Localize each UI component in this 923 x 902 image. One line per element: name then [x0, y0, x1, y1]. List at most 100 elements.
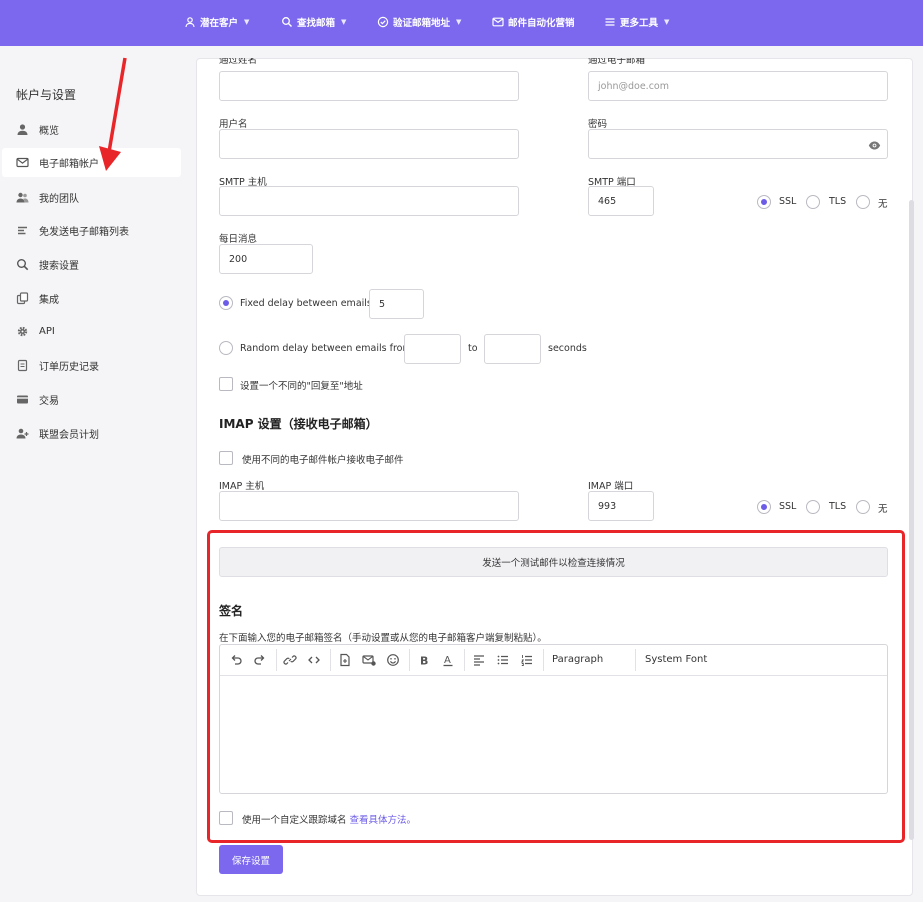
insert-file-icon[interactable]	[338, 653, 352, 667]
sidebar-item-label: API	[39, 326, 55, 337]
nav-find-email-label: 查找邮箱	[297, 18, 336, 29]
imap-different-account-checkbox[interactable]	[219, 451, 233, 465]
toolbar-divider	[276, 649, 277, 671]
sidebar-item-my-team[interactable]: 我的团队	[2, 183, 181, 212]
password-input[interactable]	[588, 129, 888, 159]
username-label: 用户名	[219, 119, 248, 130]
username-input[interactable]	[219, 129, 519, 159]
paragraph-select[interactable]: Paragraph	[552, 654, 603, 665]
code-icon[interactable]	[307, 653, 321, 667]
scrollbar[interactable]	[909, 200, 914, 840]
sender-email-input[interactable]: john@doe.com	[588, 71, 888, 101]
signature-editor: B A Paragraph System Font	[219, 644, 888, 794]
reply-to-label: 设置一个不同的"回复至"地址	[240, 381, 363, 392]
imap-tls-radio[interactable]	[806, 500, 820, 514]
search-icon	[17, 259, 29, 271]
random-delay-to-input[interactable]	[484, 334, 541, 364]
sidebar-item-affiliate[interactable]: 联盟会员计划	[2, 419, 181, 448]
add-user-icon	[16, 428, 29, 439]
smtp-host-input[interactable]	[219, 186, 519, 216]
numbered-list-icon[interactable]	[520, 653, 534, 667]
custom-domain-help-link[interactable]: 查看具体方法。	[350, 815, 417, 826]
gear-icon	[17, 326, 28, 337]
emoji-icon[interactable]	[386, 653, 400, 667]
text-color-icon[interactable]: A	[441, 653, 455, 667]
link-icon[interactable]	[283, 653, 297, 667]
imap-ssl-radio[interactable]	[757, 500, 771, 514]
sidebar-item-order-history[interactable]: 订单历史记录	[2, 351, 181, 380]
list-icon	[18, 226, 27, 235]
nav-find-email[interactable]: 查找邮箱 ▼	[281, 14, 346, 30]
bold-icon[interactable]: B	[417, 653, 431, 668]
toolbar-divider	[464, 649, 465, 671]
sidebar: 帐户与设置 概览 电子邮箱帐户 我的团队 免发送电子邮箱列表 搜索设置 集成 A…	[0, 46, 190, 902]
sidebar-item-label: 免发送电子邮箱列表	[39, 227, 129, 238]
daily-messages-input[interactable]: 200	[219, 244, 313, 274]
sender-name-input[interactable]	[219, 71, 519, 101]
signature-description: 在下面输入您的电子邮箱签名（手动设置或从您的电子邮箱客户端复制粘贴）。	[219, 633, 547, 644]
nav-more-tools-label: 更多工具	[620, 18, 659, 29]
font-select[interactable]: System Font	[645, 654, 707, 665]
sidebar-item-label: 订单历史记录	[39, 362, 99, 373]
chevron-down-icon: ▼	[341, 18, 347, 26]
signature-title: 签名	[219, 604, 244, 618]
mail-icon	[16, 157, 29, 168]
fixed-delay-input[interactable]: 5	[369, 289, 424, 319]
custom-domain-checkbox[interactable]	[219, 811, 233, 825]
sidebar-item-label: 电子邮箱帐户	[39, 159, 99, 170]
random-delay-from-input[interactable]	[404, 334, 461, 364]
smtp-ssl-radio[interactable]	[757, 195, 771, 209]
chevron-down-icon: ▼	[456, 18, 462, 26]
sidebar-item-api[interactable]: API	[2, 317, 181, 346]
nav-email-automation[interactable]: 邮件自动化营销	[492, 14, 575, 30]
redo-icon[interactable]	[253, 653, 267, 667]
sidebar-item-integrations[interactable]: 集成	[2, 284, 181, 313]
send-test-email-button[interactable]: 发送一个测试邮件以检查连接情况	[219, 547, 888, 577]
document-icon	[17, 359, 28, 372]
sidebar-item-label: 搜索设置	[39, 261, 79, 272]
imap-different-account-label: 使用不同的电子邮件帐户接收电子邮件	[242, 455, 404, 466]
eye-icon[interactable]	[868, 139, 881, 152]
check-circle-icon	[377, 16, 389, 28]
signature-editor-body[interactable]	[220, 677, 887, 793]
random-delay-radio[interactable]	[219, 341, 233, 355]
random-delay-to-label: to	[468, 343, 478, 354]
imap-port-label: IMAP 端口	[588, 481, 634, 492]
imap-none-radio[interactable]	[856, 500, 870, 514]
undo-icon[interactable]	[229, 653, 243, 667]
svg-text:A: A	[444, 655, 451, 666]
sidebar-item-suppression-list[interactable]: 免发送电子邮箱列表	[2, 216, 181, 245]
sidebar-item-transactions[interactable]: 交易	[2, 385, 181, 414]
user-icon	[17, 124, 28, 135]
reply-to-checkbox[interactable]	[219, 377, 233, 391]
imap-ssl-label: SSL	[779, 501, 797, 512]
smtp-port-input[interactable]: 465	[588, 186, 654, 216]
sidebar-item-email-accounts[interactable]: 电子邮箱帐户	[2, 148, 181, 177]
imap-tls-label: TLS	[829, 501, 847, 512]
toolbar-divider	[409, 649, 410, 671]
smtp-none-radio[interactable]	[856, 195, 870, 209]
align-left-icon[interactable]	[472, 653, 486, 667]
imap-none-label: 无	[878, 504, 888, 515]
fixed-delay-radio[interactable]	[219, 296, 233, 310]
nav-leads[interactable]: 潜在客户 ▼	[184, 14, 249, 30]
sidebar-item-overview[interactable]: 概览	[2, 115, 181, 144]
insert-email-icon[interactable]	[362, 653, 376, 667]
menu-icon	[605, 18, 615, 26]
integration-icon	[16, 292, 29, 305]
nav-verify-email[interactable]: 验证邮箱地址 ▼	[377, 14, 461, 30]
nav-leads-label: 潜在客户	[200, 18, 239, 29]
nav-more-tools[interactable]: 更多工具 ▼	[604, 14, 669, 30]
sender-name-label: 通过姓名	[219, 58, 258, 66]
save-settings-button[interactable]: 保存设置	[219, 845, 283, 874]
imap-host-input[interactable]	[219, 491, 519, 521]
sidebar-item-label: 联盟会员计划	[39, 430, 99, 441]
red-arrow-annotation	[99, 57, 127, 171]
smtp-tls-radio[interactable]	[806, 195, 820, 209]
search-icon	[282, 17, 292, 27]
card-icon	[17, 395, 28, 404]
sidebar-item-search-settings[interactable]: 搜索设置	[2, 250, 181, 279]
team-icon	[16, 192, 29, 203]
bullet-list-icon[interactable]	[496, 653, 510, 667]
imap-port-input[interactable]: 993	[588, 491, 654, 521]
